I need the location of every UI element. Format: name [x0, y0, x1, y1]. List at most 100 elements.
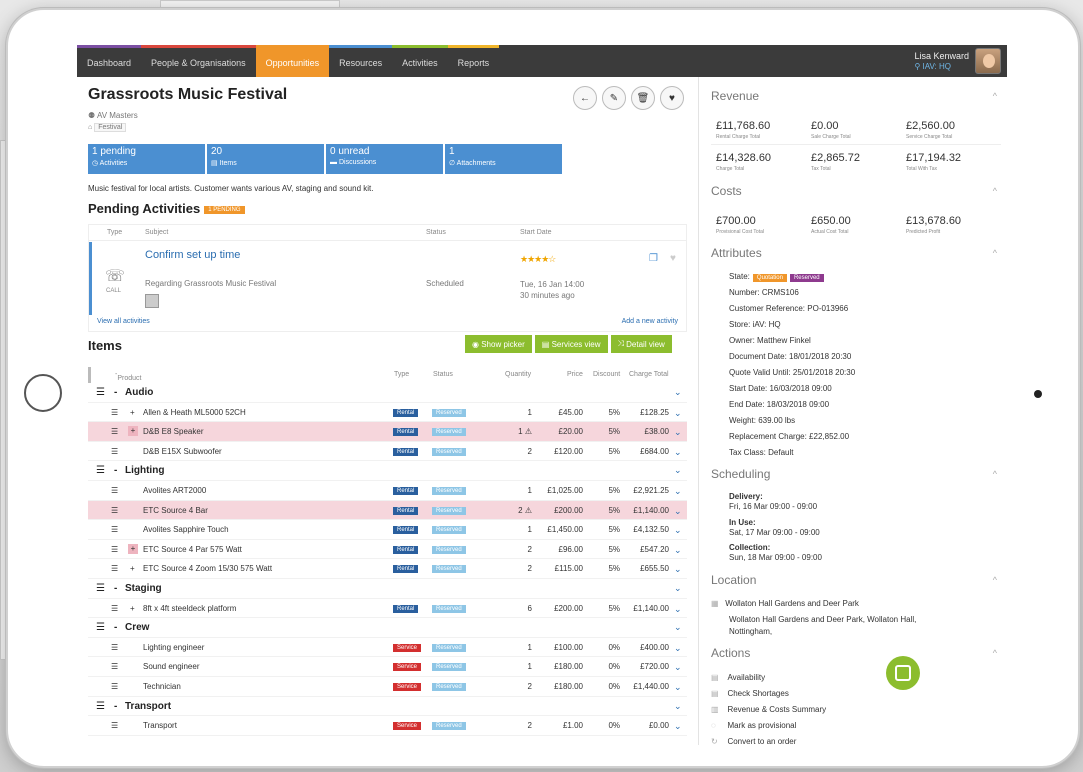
heart-icon[interactable]: ♥: [670, 253, 676, 264]
item-row[interactable]: ☰ + ETC Source 4 Zoom 15/30 575 Watt Rental…: [88, 559, 687, 579]
item-row[interactable]: ☰ + D&B E8 Speaker Rental Reserved 1 ⚠ £20.00 5…: [88, 422, 687, 442]
item-quantity[interactable]: 6: [528, 604, 532, 613]
action-revenue-summary[interactable]: ▥ Revenue & Costs Summary: [711, 705, 826, 714]
show-picker-button[interactable]: ◉ Show picker: [465, 335, 532, 353]
action-availability[interactable]: ▤ Availability: [711, 673, 765, 682]
collapse-chevron-icon[interactable]: ^: [993, 648, 997, 658]
item-group-row[interactable]: ☰ - Transport ⌄: [88, 697, 687, 717]
chevron-down-icon[interactable]: ⌄: [674, 682, 682, 693]
chevron-down-icon[interactable]: ⌄: [674, 622, 682, 633]
stat-activities[interactable]: 1 pending ◷ Activities: [88, 144, 205, 174]
avatar[interactable]: [975, 48, 1001, 74]
nav-resources[interactable]: Resources: [329, 45, 393, 77]
item-row[interactable]: ☰ ETC Source 4 Bar Rental Reserved 2 ⚠ £200.0…: [88, 500, 687, 521]
collapse-chevron-icon[interactable]: ^: [993, 91, 997, 101]
user-menu[interactable]: Lisa Kenward ⚲ IAV: HQ: [914, 48, 1001, 74]
chevron-down-icon[interactable]: ⌄: [674, 506, 682, 517]
drag-handle-icon[interactable]: ☰: [111, 525, 118, 534]
tag-festival[interactable]: Festival: [94, 123, 127, 132]
chevron-down-icon[interactable]: ⌄: [674, 465, 682, 476]
services-view-button[interactable]: ▤ Services view: [534, 335, 608, 353]
item-row[interactable]: ☰ Lighting engineer Service Reserved 1 £100.0…: [88, 638, 687, 658]
action-mark-provisional[interactable]: ◌ Mark as provisional: [711, 721, 796, 730]
drag-handle-icon[interactable]: ☰: [111, 408, 118, 417]
group-collapse-toggle[interactable]: -: [114, 622, 117, 633]
item-row[interactable]: ☰ + Allen & Heath ML5000 52CH Rental Reserve…: [88, 403, 687, 423]
drag-handle-icon[interactable]: ☰: [111, 506, 118, 515]
group-collapse-toggle[interactable]: -: [114, 583, 117, 594]
copy-icon[interactable]: ❐: [649, 253, 658, 264]
nav-dashboard[interactable]: Dashboard: [77, 45, 142, 77]
collapse-chevron-icon[interactable]: ^: [993, 248, 997, 258]
drag-handle-icon[interactable]: ☰: [96, 622, 105, 633]
item-row[interactable]: ☰ +8ft x 4ft steeldeck platform Rental Rese…: [88, 599, 687, 619]
chevron-down-icon[interactable]: ⌄: [674, 545, 682, 556]
edit-pencil-icon[interactable]: ✎: [602, 86, 626, 110]
item-group-row[interactable]: ☰ - Lighting ⌄: [88, 461, 687, 481]
organisation-link[interactable]: AV Masters: [97, 111, 138, 120]
item-row[interactable]: ☰ Technician Service Reserved 2 £180.00 0% £1,4…: [88, 677, 687, 697]
drag-handle-icon[interactable]: ☰: [111, 604, 118, 613]
group-collapse-toggle[interactable]: -: [114, 465, 117, 476]
item-quantity[interactable]: 1: [528, 525, 532, 534]
drag-handle-icon[interactable]: ☰: [96, 701, 105, 712]
drag-handle-icon[interactable]: ☰: [111, 721, 118, 730]
drag-handle-icon[interactable]: ☰: [111, 486, 118, 495]
chevron-down-icon[interactable]: ⌄: [674, 387, 682, 398]
stat-attachments[interactable]: 1 ∅ Attachments: [445, 144, 562, 174]
item-group-row[interactable]: ☰ - Crew ⌄: [88, 618, 687, 638]
item-row[interactable]: ☰ Avolites ART2000 Rental Reserved 1 £1,025.0…: [88, 481, 687, 501]
chevron-down-icon[interactable]: ⌄: [674, 701, 682, 712]
chevron-down-icon[interactable]: ⌄: [674, 525, 682, 536]
item-group-row[interactable]: ☰ - Audio ⌄: [88, 383, 687, 403]
item-row[interactable]: ☰ Transport Service Reserved 2 £1.00 0% £0.00 ⌄: [88, 716, 687, 736]
activity-subject-link[interactable]: Confirm set up time: [145, 249, 240, 261]
expand-plus-icon[interactable]: +: [130, 564, 135, 573]
nav-activities[interactable]: Activities: [392, 45, 448, 77]
back-arrow-icon[interactable]: ←: [573, 86, 597, 110]
activity-row[interactable]: ☏ CALL Confirm set up time Regarding Gra…: [89, 242, 686, 315]
detail-view-button[interactable]: ⤨ Detail view: [610, 335, 672, 353]
chat-launcher-button[interactable]: [886, 656, 920, 690]
item-quantity[interactable]: 1: [528, 662, 532, 671]
group-collapse-toggle[interactable]: -: [114, 701, 117, 712]
home-button[interactable]: [24, 374, 62, 412]
chevron-down-icon[interactable]: ⌄: [674, 408, 682, 419]
chevron-down-icon[interactable]: ⌄: [674, 721, 682, 732]
chevron-down-icon[interactable]: ⌄: [674, 564, 682, 575]
drag-handle-icon[interactable]: ☰: [111, 447, 118, 456]
item-quantity[interactable]: 2: [528, 682, 532, 691]
add-activity-link[interactable]: Add a new activity: [622, 318, 678, 325]
group-collapse-toggle[interactable]: -: [114, 387, 117, 398]
item-quantity[interactable]: 1 ⚠: [518, 427, 532, 436]
expand-plus-icon[interactable]: +: [128, 543, 138, 554]
action-check-shortages[interactable]: ▤ Check Shortages: [711, 689, 789, 698]
chevron-down-icon[interactable]: ⌄: [674, 583, 682, 594]
delete-trash-icon[interactable]: 🗑: [631, 86, 655, 110]
nav-opportunities[interactable]: Opportunities: [255, 45, 330, 77]
collapse-chevron-icon[interactable]: ^: [993, 469, 997, 479]
item-quantity[interactable]: 2: [528, 447, 532, 456]
nav-people[interactable]: People & Organisations: [141, 45, 256, 77]
item-quantity[interactable]: 1: [528, 408, 532, 417]
view-all-activities-link[interactable]: View all activities: [97, 318, 150, 325]
drag-handle-icon[interactable]: ☰: [111, 643, 118, 652]
drag-handle-icon[interactable]: ☰: [111, 564, 118, 573]
drag-handle-icon[interactable]: ☰: [96, 465, 105, 476]
item-quantity[interactable]: 2: [528, 545, 532, 554]
drag-handle-icon[interactable]: ☰: [96, 387, 105, 398]
chevron-down-icon[interactable]: ⌄: [674, 643, 682, 654]
collapse-chevron-icon[interactable]: ^: [993, 186, 997, 196]
chevron-down-icon[interactable]: ⌄: [674, 486, 682, 497]
expand-plus-icon[interactable]: +: [130, 408, 135, 417]
chevron-down-icon[interactable]: ⌄: [674, 427, 682, 438]
item-group-row[interactable]: ☰ - Staging ⌄: [88, 579, 687, 599]
drag-handle-icon[interactable]: ☰: [111, 662, 118, 671]
item-row[interactable]: ☰ Avolites Sapphire Touch Rental Reserved 1 £…: [88, 520, 687, 540]
drag-handle-icon[interactable]: ☰: [111, 545, 118, 554]
chevron-down-icon[interactable]: ⌄: [674, 604, 682, 615]
item-row[interactable]: ☰ + ETC Source 4 Par 575 Watt Rental Reserve…: [88, 540, 687, 560]
item-row[interactable]: ☰ D&B E15X Subwoofer Rental Reserved 2 £120.0…: [88, 442, 687, 462]
drag-handle-icon[interactable]: ☰: [111, 427, 118, 436]
favourite-heart-icon[interactable]: ♥: [660, 86, 684, 110]
